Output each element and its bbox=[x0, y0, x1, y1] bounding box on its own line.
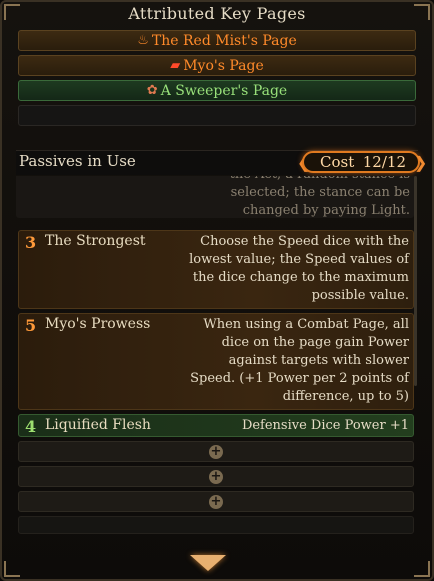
passive-cost: 3 bbox=[25, 233, 37, 252]
passive-name: Myo's Prowess bbox=[45, 316, 151, 332]
cost-value: 12/12 bbox=[362, 153, 406, 171]
passives-list[interactable]: the Act, a random stance is selected; th… bbox=[16, 176, 418, 534]
passive-myos-prowess[interactable]: 5 Myo's Prowess When using a Combat Page… bbox=[18, 313, 414, 410]
passives-scrollbar[interactable] bbox=[414, 176, 417, 386]
key-page-name: The Red Mist's Page bbox=[151, 32, 297, 49]
passive-description: Choose the Speed dice with the lowest va… bbox=[189, 234, 409, 303]
passive-description: the Act, a random stance is selected; th… bbox=[230, 176, 410, 218]
plus-icon: + bbox=[209, 468, 223, 484]
passive-description: When using a Combat Page, all dice on th… bbox=[190, 317, 409, 404]
passive-cost: 5 bbox=[25, 316, 37, 335]
cost-badge: Cost 12/12 bbox=[302, 151, 420, 173]
myo-icon: ▰ bbox=[170, 58, 181, 73]
passive-the-strongest[interactable]: 3 The Strongest Choose the Speed dice wi… bbox=[18, 230, 414, 309]
plus-icon: + bbox=[209, 493, 223, 509]
passive-name: Liquified Flesh bbox=[45, 417, 151, 433]
passive-cost: 4 bbox=[25, 417, 37, 436]
key-page-myo[interactable]: ▰ Myo's Page bbox=[18, 55, 416, 76]
frame-corner-bottom-right bbox=[414, 561, 430, 577]
passive-description: Defensive Dice Power +1 bbox=[241, 418, 409, 433]
red-mist-icon: ♨ bbox=[137, 33, 149, 48]
passive-liquified-flesh[interactable]: 4 Liquified Flesh Defensive Dice Power +… bbox=[18, 414, 414, 437]
passives-in-use-title: Passives in Use bbox=[19, 152, 136, 170]
add-passive-slot[interactable]: + bbox=[18, 466, 414, 487]
attributed-key-pages-title: Attributed Key Pages bbox=[128, 4, 306, 23]
key-page-red-mist[interactable]: ♨ The Red Mist's Page bbox=[18, 30, 416, 51]
frame-corner-bottom-left bbox=[4, 561, 20, 577]
key-page-empty-slot[interactable] bbox=[18, 105, 416, 126]
cost-right-chevron-icon: ❯ bbox=[414, 153, 428, 172]
scroll-down-arrow-icon[interactable] bbox=[190, 555, 226, 571]
key-page-name: A Sweeper's Page bbox=[160, 82, 288, 99]
add-passive-slot[interactable]: + bbox=[18, 491, 414, 512]
empty-passive-slot bbox=[18, 516, 414, 534]
key-page-name: Myo's Page bbox=[183, 57, 264, 74]
passive-partial-item[interactable]: the Act, a random stance is selected; th… bbox=[16, 176, 414, 218]
cost-label: Cost bbox=[320, 153, 355, 171]
add-passive-slot[interactable]: + bbox=[18, 441, 414, 462]
key-page-sweeper[interactable]: ✿ A Sweeper's Page bbox=[18, 80, 416, 101]
passive-name: The Strongest bbox=[45, 233, 146, 249]
plus-icon: + bbox=[209, 443, 223, 459]
sweeper-icon: ✿ bbox=[146, 83, 158, 98]
